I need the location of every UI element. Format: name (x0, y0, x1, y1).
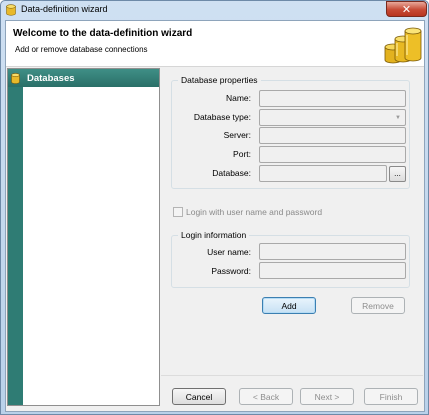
group-title: Login information (178, 230, 250, 240)
server-field[interactable] (259, 127, 406, 144)
sidebar: Databases (7, 68, 160, 406)
finish-button[interactable]: Finish (364, 388, 418, 405)
wizard-header: Welcome to the data-definition wizard Ad… (6, 21, 424, 67)
user-name-field[interactable] (259, 243, 406, 260)
database-type-select[interactable]: ▼ (259, 109, 406, 126)
close-button[interactable]: ✕ (386, 1, 427, 17)
wizard-client-area: Welcome to the data-definition wizard Ad… (5, 20, 425, 412)
add-button[interactable]: Add (262, 297, 316, 314)
cancel-button[interactable]: Cancel (172, 388, 226, 405)
database-label: Database: (212, 168, 251, 178)
user-name-label: User name: (207, 247, 251, 257)
title-bar[interactable]: Data-definition wizard ✕ (1, 1, 428, 19)
next-button[interactable]: Next > (300, 388, 354, 405)
group-title: Database properties (178, 75, 261, 85)
sidebar-item-databases[interactable]: Databases (8, 69, 159, 87)
window-title: Data-definition wizard (21, 4, 108, 14)
sidebar-accent-strip (8, 69, 23, 405)
close-icon: ✕ (401, 2, 412, 16)
port-label: Port: (233, 149, 251, 159)
browse-button[interactable]: ... (389, 166, 406, 182)
database-field[interactable] (259, 165, 387, 182)
database-icon (6, 4, 16, 16)
wizard-window: Data-definition wizard ✕ Welcome to the … (0, 0, 429, 415)
login-checkbox[interactable] (173, 207, 183, 217)
name-field[interactable] (259, 90, 406, 107)
server-label: Server: (223, 130, 251, 140)
chevron-down-icon: ▼ (395, 114, 401, 121)
login-checkbox-row[interactable]: Login with user name and password (173, 207, 322, 217)
name-label: Name: (225, 93, 251, 103)
password-field[interactable] (259, 262, 406, 279)
sidebar-item-label: Databases (27, 72, 75, 84)
page-subtitle: Add or remove database connections (15, 45, 148, 54)
database-type-label: Database type: (193, 112, 251, 122)
database-icon (8, 69, 23, 87)
database-stack-icon (384, 27, 422, 64)
footer-divider (161, 375, 423, 376)
back-button[interactable]: < Back (239, 388, 293, 405)
port-field[interactable] (259, 146, 406, 163)
password-label: Password: (211, 266, 251, 276)
remove-button[interactable]: Remove (351, 297, 405, 314)
login-checkbox-label: Login with user name and password (186, 207, 323, 217)
page-title: Welcome to the data-definition wizard (13, 28, 193, 39)
